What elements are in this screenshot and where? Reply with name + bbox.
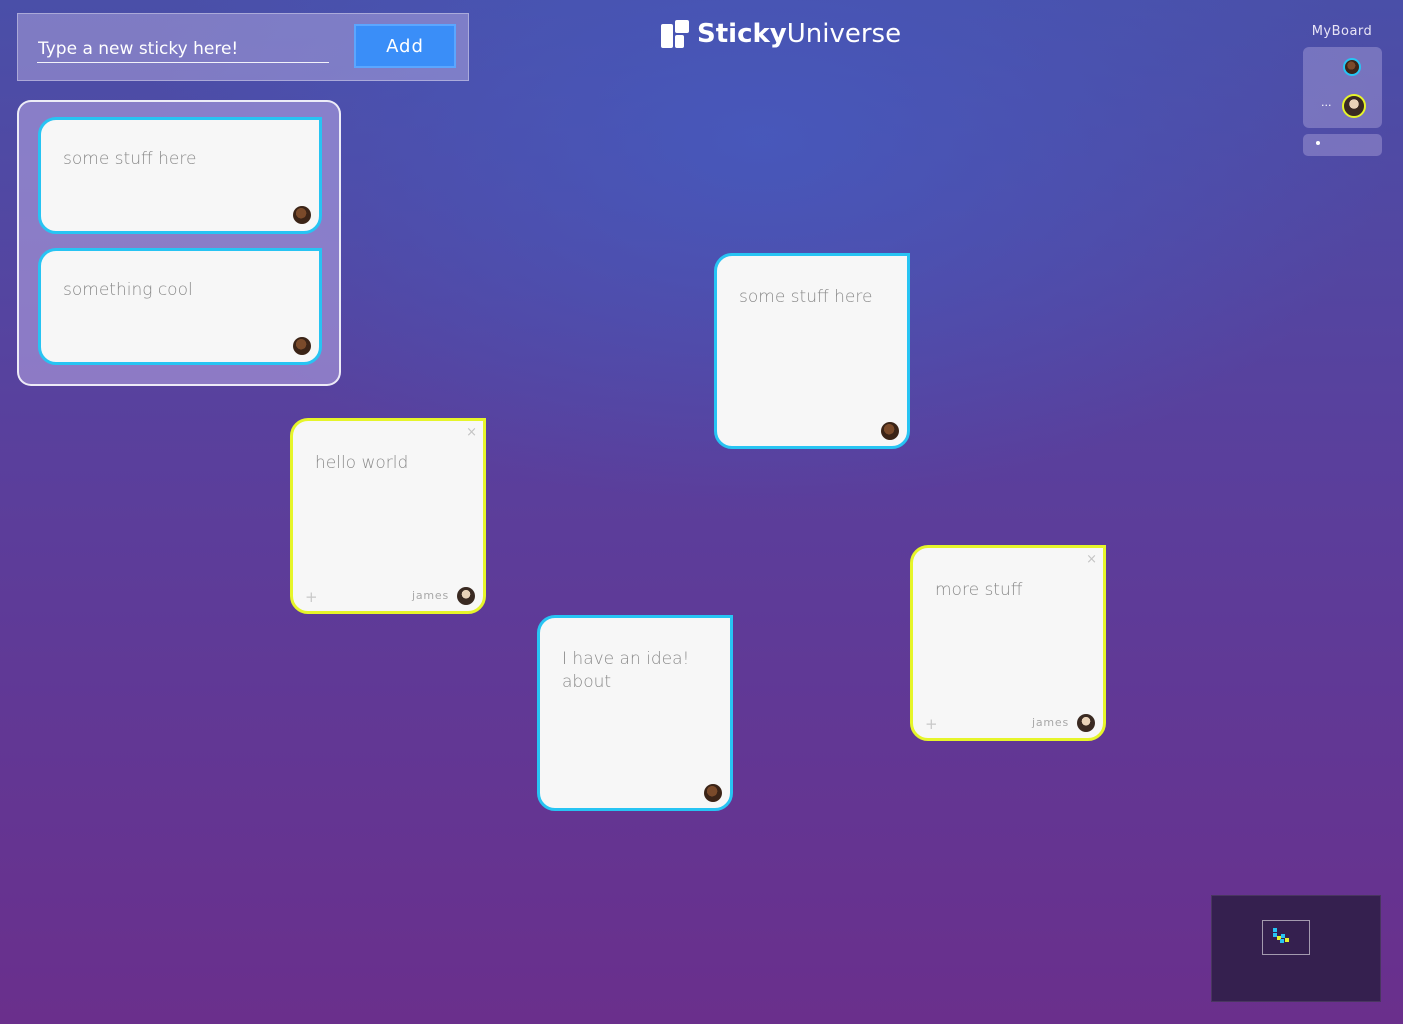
logo-icon: [661, 20, 689, 48]
new-sticky-composer: Add: [17, 13, 469, 81]
close-icon[interactable]: ×: [1086, 552, 1097, 567]
sticky-note[interactable]: × hello world + james: [290, 418, 486, 614]
plus-icon[interactable]: +: [305, 588, 318, 606]
owner-avatar: [704, 784, 722, 802]
app-name-light: Universe: [786, 19, 902, 49]
minimap-sticky: [1280, 939, 1284, 943]
board-members-panel: ...: [1303, 47, 1382, 128]
more-members[interactable]: ...: [1321, 96, 1332, 109]
minimap-sticky: [1273, 928, 1277, 932]
board-status-bar: [1303, 134, 1382, 156]
user-avatar[interactable]: [1343, 58, 1361, 76]
sticky-note[interactable]: × more stuff + james: [910, 545, 1106, 741]
minimap-sticky: [1285, 938, 1289, 942]
sticky-author: james: [411, 589, 449, 602]
sticky-text: something cool: [63, 280, 193, 300]
sticky-note[interactable]: something cool: [38, 248, 322, 365]
minimap[interactable]: [1211, 895, 1381, 1002]
sticky-text: some stuff here: [63, 149, 197, 169]
james-avatar[interactable]: [1342, 94, 1366, 118]
plus-icon[interactable]: +: [925, 715, 938, 733]
status-dot: [1316, 141, 1320, 145]
sticky-note[interactable]: I have an idea! about: [537, 615, 733, 811]
board-title[interactable]: MyBoard: [1303, 24, 1381, 39]
sticky-text: I have an idea! about: [562, 649, 690, 692]
owner-avatar: [293, 206, 311, 224]
new-sticky-input[interactable]: [37, 36, 329, 63]
sticky-text: hello world: [315, 453, 409, 473]
sticky-group[interactable]: some stuff here something cool: [17, 100, 341, 386]
minimap-viewport[interactable]: [1262, 920, 1310, 955]
sticky-text: some stuff here: [739, 287, 873, 307]
owner-avatar: [457, 587, 475, 605]
owner-avatar: [1077, 714, 1095, 732]
app-name: StickyUniverse: [697, 18, 901, 50]
sticky-note[interactable]: some stuff here: [38, 117, 322, 234]
app-logo: StickyUniverse: [661, 18, 901, 50]
sticky-author: james: [1031, 716, 1069, 729]
owner-avatar: [881, 422, 899, 440]
close-icon[interactable]: ×: [466, 425, 477, 440]
owner-avatar: [293, 337, 311, 355]
add-sticky-button[interactable]: Add: [354, 24, 456, 68]
app-name-bold: Sticky: [697, 19, 787, 49]
sticky-note[interactable]: some stuff here: [714, 253, 910, 449]
sticky-text: more stuff: [935, 580, 1023, 600]
